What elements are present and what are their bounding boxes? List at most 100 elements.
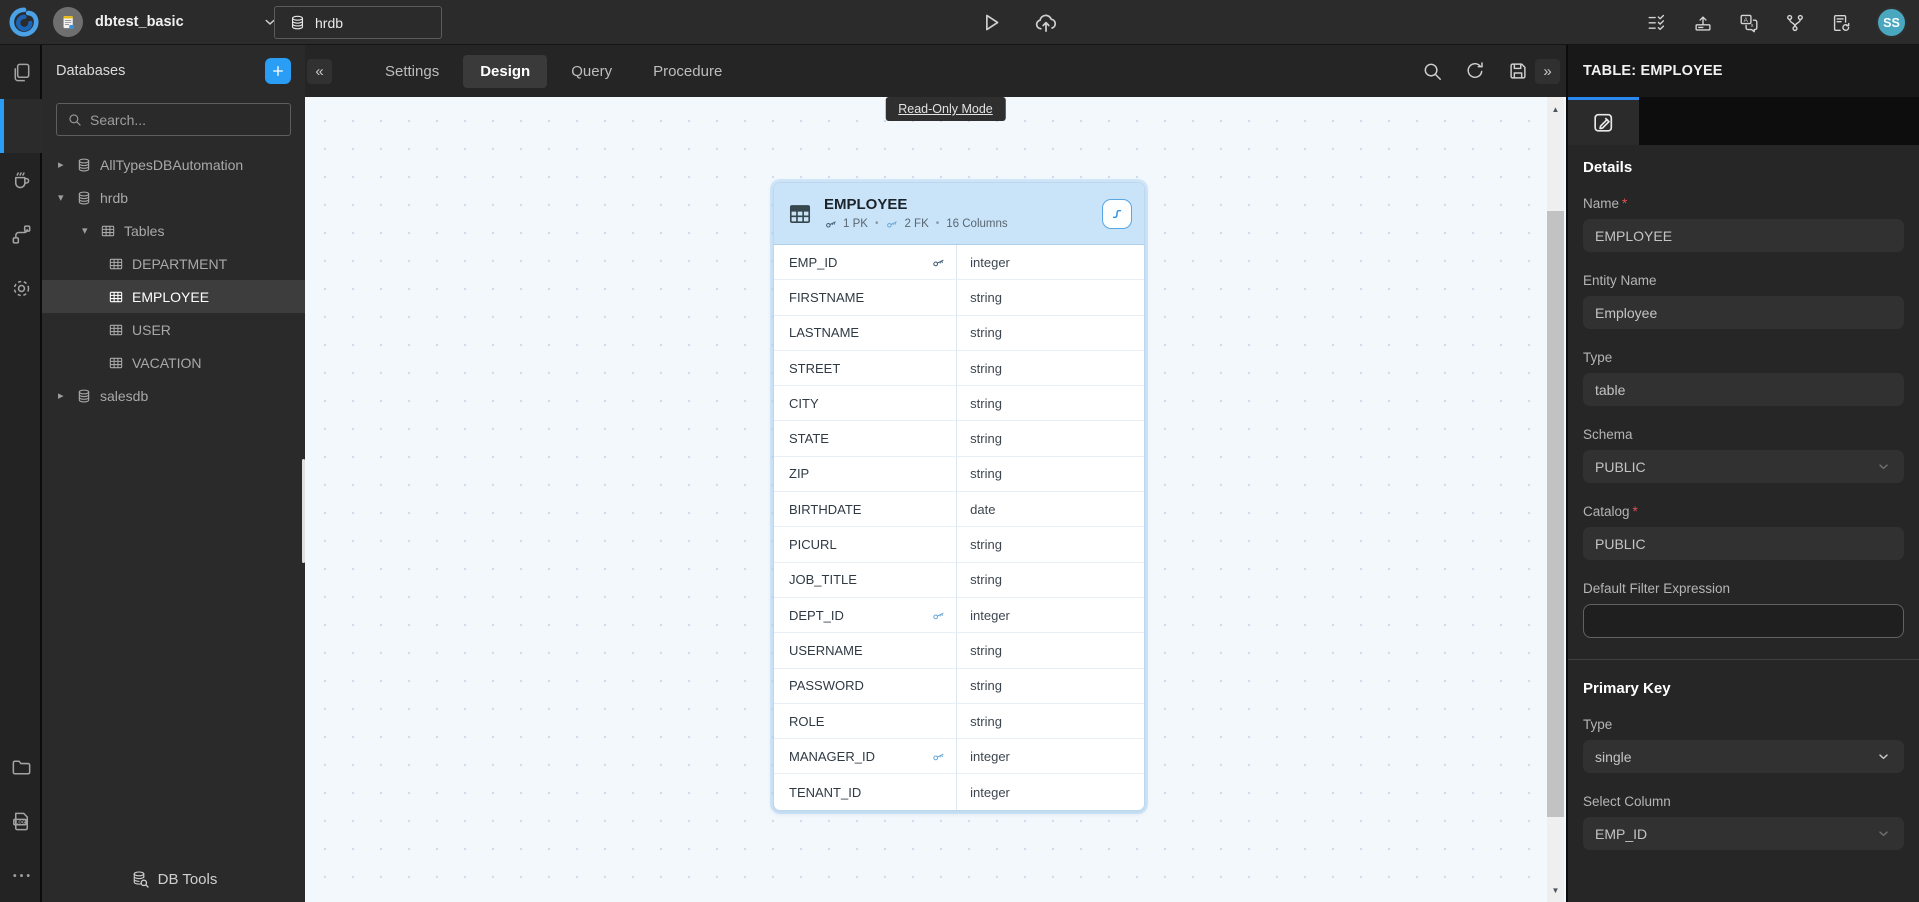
tree-item-label: EMPLOYEE (132, 289, 209, 305)
column-row-tenant-id[interactable]: TENANT_IDinteger (774, 774, 1144, 809)
canvas-tab-bar: « SettingsDesignQueryProcedure » (305, 45, 1566, 97)
catalog-input[interactable]: PUBLIC (1583, 527, 1904, 560)
doc-sync-button[interactable] (1830, 12, 1852, 34)
tree-item-employee[interactable]: EMPLOYEE (42, 280, 305, 313)
sidebar-search (56, 103, 291, 136)
type-input[interactable]: table (1583, 373, 1904, 406)
plus-icon (270, 63, 286, 79)
collapse-sidebar-button[interactable]: « (307, 59, 332, 84)
column-name: PICURL (789, 537, 837, 552)
column-row-zip[interactable]: ZIPstring (774, 457, 1144, 492)
column-row-birthdate[interactable]: BIRTHDATEdate (774, 492, 1144, 527)
scrollbar-thumb[interactable] (1547, 211, 1564, 817)
required-asterisk: * (1622, 196, 1627, 211)
column-row-city[interactable]: CITYstring (774, 386, 1144, 421)
rail-item-more-dots[interactable] (0, 848, 42, 902)
refresh-button[interactable] (1464, 60, 1486, 82)
translate-button[interactable] (1738, 12, 1760, 34)
column-row-username[interactable]: USERNAMEstring (774, 633, 1144, 668)
tree-item-salesdb[interactable]: ▸salesdb (42, 379, 305, 412)
tab-query[interactable]: Query (554, 55, 629, 88)
entity-title: EMPLOYEE (824, 196, 1008, 215)
column-row-picurl[interactable]: PICURLstring (774, 527, 1144, 562)
column-row-dept-id[interactable]: DEPT_IDinteger (774, 598, 1144, 633)
tab-design[interactable]: Design (463, 55, 547, 88)
tree-item-user[interactable]: USER (42, 313, 305, 346)
field-entity-name: Entity NameEmployee (1583, 273, 1904, 329)
entity-name-input[interactable]: Employee (1583, 296, 1904, 329)
version-branch-icon (1784, 12, 1806, 34)
main-layout: Databases ▸AllTypesDBAutomation▾hrdb▾Tab… (0, 45, 1919, 902)
scroll-up-arrow[interactable]: ▲ (1547, 101, 1564, 117)
type-select[interactable]: single (1583, 740, 1904, 773)
tree-item-label: DEPARTMENT (132, 256, 227, 272)
column-row-firstname[interactable]: FIRSTNAMEstring (774, 280, 1144, 315)
select-column-select[interactable]: EMP_ID (1583, 817, 1904, 850)
column-row-emp-id[interactable]: EMP_IDinteger (774, 245, 1144, 280)
expand-panel-button[interactable]: » (1535, 59, 1560, 84)
readonly-mode-badge: Read-Only Mode (885, 97, 1006, 121)
column-row-state[interactable]: STATEstring (774, 421, 1144, 456)
schema-select[interactable]: PUBLIC (1583, 450, 1904, 483)
translate-icon (1738, 12, 1760, 34)
tree-item-department[interactable]: DEPARTMENT (42, 247, 305, 280)
version-branch-button[interactable] (1784, 12, 1806, 34)
tree-item-hrdb[interactable]: ▾hrdb (42, 181, 305, 214)
entity-card-employee[interactable]: EMPLOYEE 1 PK • 2 FK • 16 Columns (773, 182, 1145, 811)
deploy-button[interactable] (1692, 12, 1714, 34)
rail-item-log-file[interactable] (0, 794, 42, 848)
db-icon (76, 190, 92, 206)
tree-item-vacation[interactable]: VACATION (42, 346, 305, 379)
relationships-button[interactable] (1102, 199, 1132, 229)
rail-item-pages[interactable] (0, 45, 42, 99)
rail-item-database[interactable] (0, 99, 42, 153)
user-avatar[interactable]: SS (1876, 7, 1907, 38)
design-canvas[interactable]: Read-Only Mode EMPLOYEE 1 PK • 2 FK • (305, 97, 1566, 902)
rail-item-settings[interactable] (0, 261, 42, 315)
tree-item-alltypesdbautomation[interactable]: ▸AllTypesDBAutomation (42, 148, 305, 181)
caret-down-icon[interactable]: ▾ (58, 191, 76, 204)
column-row-manager-id[interactable]: MANAGER_IDinteger (774, 739, 1144, 774)
save-button[interactable] (1507, 60, 1529, 82)
search-input[interactable] (90, 112, 280, 128)
tree-item-tables[interactable]: ▾Tables (42, 214, 305, 247)
sidebar-title: Databases (56, 63, 125, 79)
chevron-down-icon (1875, 458, 1892, 475)
column-type: string (957, 457, 1144, 491)
column-type: date (957, 492, 1144, 526)
rail-item-folder[interactable] (0, 740, 42, 794)
database-icon (10, 115, 33, 138)
tab-settings[interactable]: Settings (368, 55, 456, 88)
tab-edit-details[interactable] (1568, 97, 1639, 145)
column-row-street[interactable]: STREETstring (774, 351, 1144, 386)
caret-right-icon[interactable]: ▸ (58, 158, 76, 171)
add-database-button[interactable] (265, 58, 291, 84)
connection-tab-hrdb[interactable]: hrdb (274, 6, 442, 39)
cloud-upload-button[interactable] (1033, 10, 1059, 36)
play-button[interactable] (978, 10, 1003, 35)
search-icon (67, 112, 82, 127)
caret-down-icon[interactable]: ▾ (82, 224, 100, 237)
tree-item-label: USER (132, 322, 171, 338)
deploy-icon (1692, 12, 1714, 34)
default-filter-expression-input[interactable] (1583, 604, 1904, 638)
db-tools-button[interactable]: DB Tools (42, 856, 305, 902)
tab-procedure[interactable]: Procedure (636, 55, 739, 88)
column-row-lastname[interactable]: LASTNAMEstring (774, 316, 1144, 351)
foreign-key-icon (885, 217, 899, 231)
project-switcher[interactable]: dbtest_basic (53, 7, 279, 37)
rail-item-pipeline[interactable] (0, 207, 42, 261)
search-button[interactable] (1421, 60, 1443, 82)
task-list-button[interactable] (1646, 12, 1668, 34)
scroll-down-arrow[interactable]: ▼ (1547, 882, 1564, 898)
column-row-password[interactable]: PASSWORDstring (774, 669, 1144, 704)
column-row-role[interactable]: ROLEstring (774, 704, 1144, 739)
save-icon (1507, 60, 1529, 82)
canvas-scrollbar[interactable]: ▲ ▼ (1547, 97, 1564, 902)
caret-right-icon[interactable]: ▸ (58, 389, 76, 402)
rail-item-coffee[interactable] (0, 153, 42, 207)
field-value: EMPLOYEE (1595, 228, 1672, 244)
column-row-job-title[interactable]: JOB_TITLEstring (774, 563, 1144, 598)
name-input[interactable]: EMPLOYEE (1583, 219, 1904, 252)
table-icon (100, 223, 116, 239)
